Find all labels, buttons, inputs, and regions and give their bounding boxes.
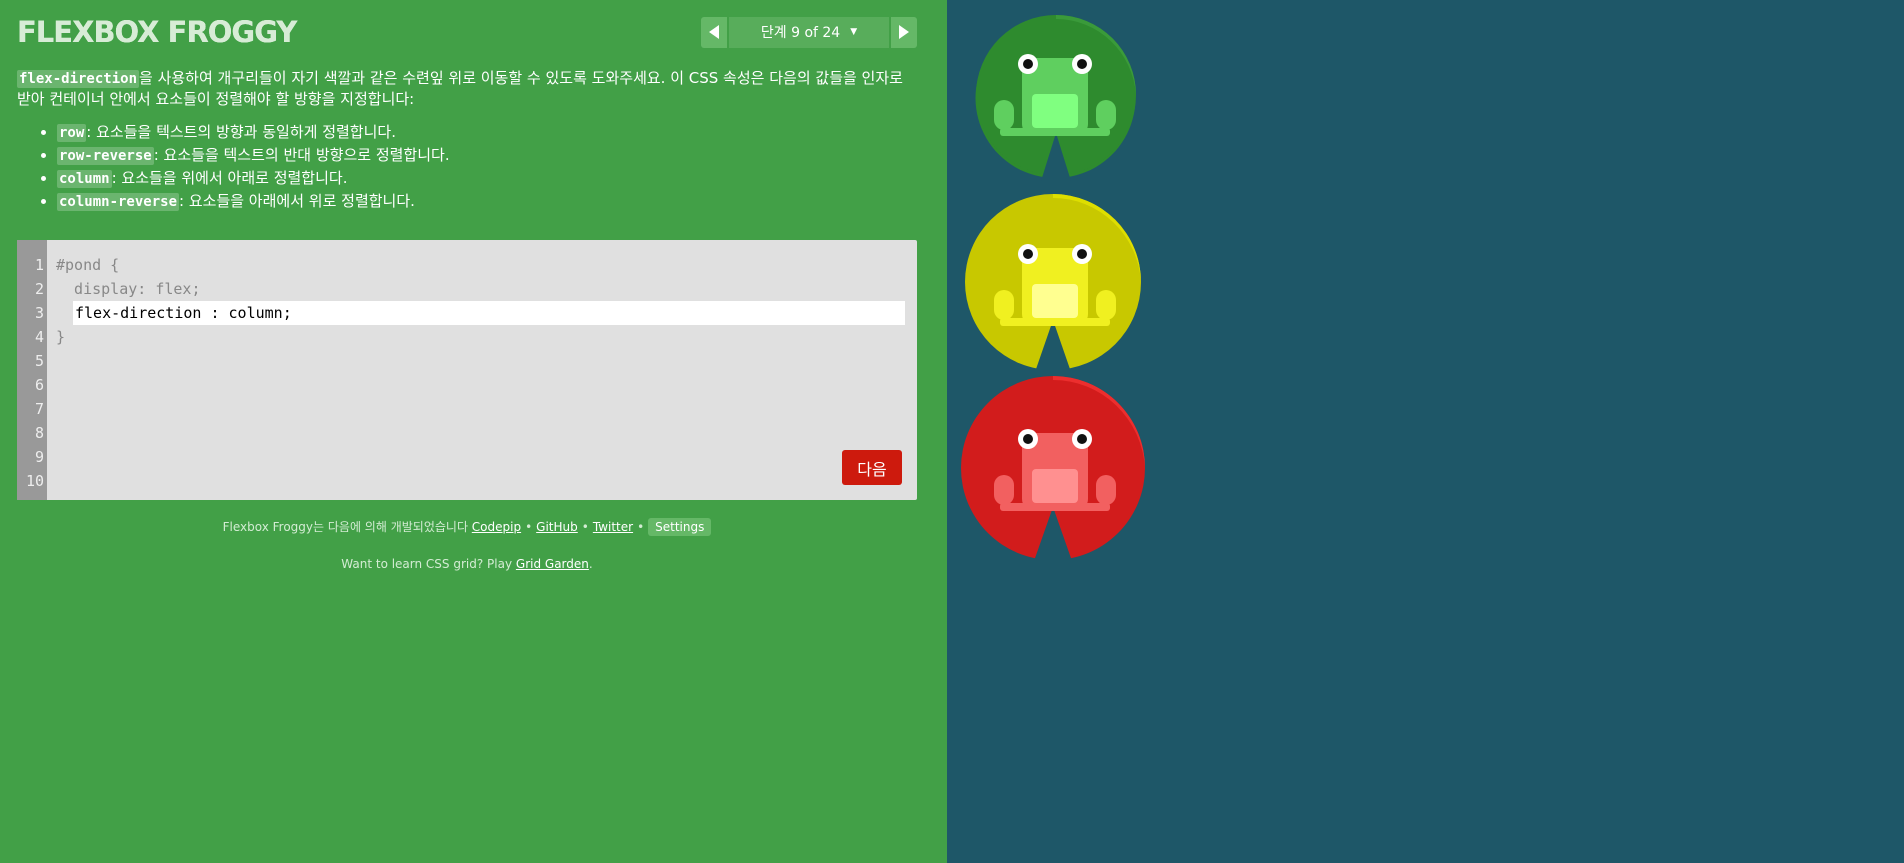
line-number: 7 <box>34 400 44 418</box>
separator: • <box>637 520 645 534</box>
game-title: FLEXBOX FROGGY <box>17 15 297 49</box>
arrow-right-icon <box>899 25 909 39</box>
grid-garden-promo: Want to learn CSS grid? Play Grid Garden… <box>17 557 917 571</box>
line-number: 6 <box>34 376 44 394</box>
pond-view <box>947 0 1904 863</box>
credits: Flexbox Froggy는 다음에 의해 개발되었습니다 Codepip • G… <box>17 518 917 536</box>
list-item: row: 요소들을 텍스트의 방향과 동일하게 정렬합니다. <box>57 121 917 144</box>
code-line-3 <box>56 301 917 325</box>
frog-icon <box>994 54 1116 136</box>
codepip-link[interactable]: Codepip <box>472 520 521 534</box>
top-bar: FLEXBOX FROGGY 단계 9 of 24 ▼ <box>17 15 917 49</box>
instructions-intro: flex-direction 을 사용하여 개구리들이 자기 색깔과 같은 수련잎… <box>17 68 917 109</box>
line-number: 2 <box>34 280 44 298</box>
line-number: 4 <box>34 328 44 346</box>
property-keyword: flex-direction <box>17 70 140 88</box>
next-level-nav-button[interactable] <box>891 16 917 48</box>
code-line-4: } <box>56 328 66 346</box>
arrow-left-icon <box>709 25 719 39</box>
github-link[interactable]: GitHub <box>536 520 578 534</box>
level-indicator[interactable]: 단계 9 of 24 ▼ <box>729 16 889 48</box>
promo-suffix: . <box>588 557 593 571</box>
separator: • <box>525 520 533 534</box>
line-number: 8 <box>34 424 44 442</box>
line-number: 5 <box>34 352 44 370</box>
line-number: 3 <box>34 304 44 322</box>
previous-level-button[interactable] <box>701 16 727 48</box>
list-item: column: 요소들을 위에서 아래로 정렬합니다. <box>57 167 917 190</box>
intro-text: 을 사용하여 개구리들이 자기 색깔과 같은 수련잎 위로 이동할 수 있도록 … <box>17 69 903 108</box>
frog-icon <box>994 429 1116 511</box>
instructions: flex-direction 을 사용하여 개구리들이 자기 색깔과 같은 수련잎… <box>17 68 917 213</box>
credit-text: Flexbox Froggy는 다음에 의해 개발되었습니다 <box>222 520 472 534</box>
caret-down-icon: ▼ <box>850 27 858 37</box>
value-keyword: row <box>57 124 87 142</box>
value-keyword: column-reverse <box>57 193 180 211</box>
line-number: 1 <box>34 256 44 274</box>
promo-text: Want to learn CSS grid? Play <box>341 557 516 571</box>
value-description: : 요소들을 텍스트의 반대 방향으로 정렬합니다. <box>153 146 450 164</box>
code-area: #pond { display: flex; } 다음 <box>47 240 917 500</box>
sidebar: FLEXBOX FROGGY 단계 9 of 24 ▼ flex-directi… <box>0 0 947 863</box>
level-label: 단계 9 of 24 <box>760 25 841 41</box>
settings-button[interactable]: Settings <box>648 518 712 536</box>
separator: • <box>581 520 589 534</box>
value-description: : 요소들을 위에서 아래로 정렬합니다. <box>111 169 348 187</box>
value-keyword: row-reverse <box>57 147 154 165</box>
next-button[interactable]: 다음 <box>842 450 902 485</box>
line-numbers: 1 2 3 4 5 6 7 8 9 10 <box>17 240 47 500</box>
value-keyword: column <box>57 170 112 188</box>
list-item: column-reverse: 요소들을 아래에서 위로 정렬합니다. <box>57 190 917 213</box>
code-line-2: display: flex; <box>56 280 201 298</box>
twitter-link[interactable]: Twitter <box>593 520 633 534</box>
frog-icon <box>994 244 1116 326</box>
css-code-input[interactable] <box>73 301 905 325</box>
value-description: : 요소들을 아래에서 위로 정렬합니다. <box>179 192 415 210</box>
level-navigation: 단계 9 of 24 ▼ <box>701 16 917 48</box>
value-list: row: 요소들을 텍스트의 방향과 동일하게 정렬합니다. row-rever… <box>17 121 917 213</box>
line-number: 10 <box>25 472 44 490</box>
code-line-1: #pond { <box>56 256 120 274</box>
grid-garden-link[interactable]: Grid Garden <box>516 557 589 571</box>
value-description: : 요소들을 텍스트의 방향과 동일하게 정렬합니다. <box>86 123 396 141</box>
list-item: row-reverse: 요소들을 텍스트의 반대 방향으로 정렬합니다. <box>57 144 917 167</box>
code-editor: 1 2 3 4 5 6 7 8 9 10 #pond { display: fl… <box>17 240 917 500</box>
line-number: 9 <box>34 448 44 466</box>
